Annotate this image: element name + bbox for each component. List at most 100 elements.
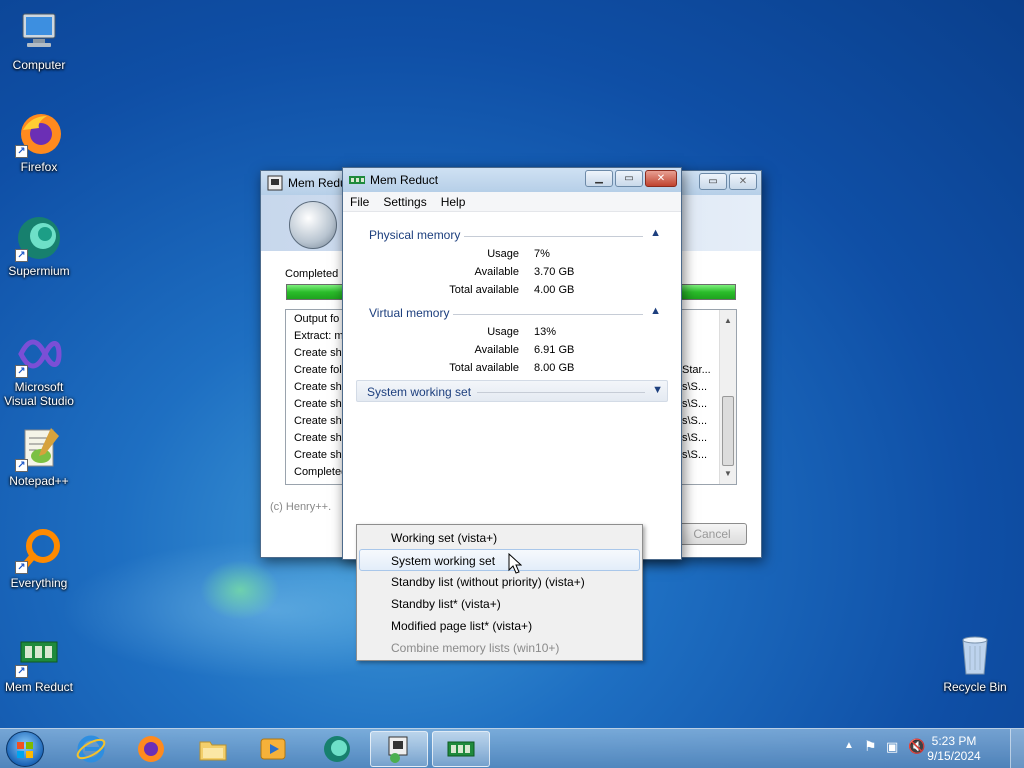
close-button[interactable]: ✕ (645, 170, 677, 187)
installer-log-scrollbar[interactable]: ▲ ▼ (719, 310, 736, 484)
collapse-chevron-icon[interactable]: ▲ (650, 305, 661, 317)
memreduct-title: Mem Reduct (370, 173, 439, 187)
option-standby-list-no-priority[interactable]: Standby list (without priority) (vista+) (357, 571, 642, 593)
row-label: Total available (449, 284, 519, 296)
desktop-icon-label: Microsoft Visual Studio (4, 380, 74, 408)
taskbar-media-player[interactable] (244, 731, 302, 767)
desktop-icon-label: Computer (12, 58, 66, 72)
log-line: Create sh (294, 347, 342, 359)
taskbar-firefox[interactable] (122, 731, 180, 767)
media-player-icon (260, 738, 286, 760)
log-line-tail: s\S... (682, 449, 708, 461)
log-line: Create sh (294, 449, 342, 461)
option-working-set[interactable]: Working set (vista+) (357, 527, 642, 549)
clock-date: 9/15/2024 (927, 749, 981, 763)
installer-restore-button[interactable]: ▭ (699, 173, 727, 190)
system-working-set-header: System working set (367, 385, 472, 399)
row-label: Available (474, 344, 519, 356)
log-line: Create fol (294, 364, 342, 376)
desktop-icon-computer[interactable]: Computer (2, 8, 76, 72)
menu-file[interactable]: File (343, 195, 376, 209)
desktop-icon-label: Notepad++ (9, 474, 69, 488)
virtual-available-row: Available 6.91 GB (359, 342, 649, 360)
start-button[interactable] (6, 731, 44, 767)
desktop-icon-recycle-bin[interactable]: Recycle Bin (938, 630, 1012, 694)
action-center-flag-icon[interactable]: ⚑ (864, 738, 877, 755)
clock[interactable]: 5:23 PM 9/15/2024 (926, 734, 982, 764)
option-combine-memory-lists: Combine memory lists (win10+) (391, 641, 560, 655)
everything-icon: ↗ (15, 526, 63, 574)
scrollbar-thumb[interactable] (722, 396, 734, 466)
log-line: Create sh (294, 415, 342, 427)
desktop-icon-everything[interactable]: ↗ Everything (2, 526, 76, 590)
memreduct-window: Mem Reduct ▁ ▭ ✕ File Settings Help Phys… (342, 167, 682, 560)
memreduct-app-icon (349, 172, 365, 188)
network-icon[interactable]: ▣ (886, 739, 898, 755)
mem-reduct-icon: ↗ (15, 630, 63, 678)
recycle-bin-icon (951, 630, 999, 678)
visual-studio-icon: ↗ (15, 330, 63, 378)
log-line-tail (682, 311, 711, 328)
log-line: Extract: m (294, 330, 344, 342)
installer-cancel-button[interactable]: Cancel (677, 523, 747, 545)
option-modified-page-list[interactable]: Modified page list* (vista+) (357, 615, 642, 637)
volume-muted-icon[interactable]: 🔇 (908, 738, 925, 755)
computer-icon (15, 8, 63, 56)
option-standby-list[interactable]: Standby list* (vista+) (357, 593, 642, 615)
option-system-working-set[interactable]: System working set (359, 549, 640, 571)
shortcut-arrow-icon: ↗ (15, 145, 28, 158)
system-working-set-section[interactable]: System working set ▼ (356, 380, 668, 402)
log-line-tail: s\S... (682, 415, 708, 427)
firefox-icon: ↗ (15, 110, 63, 158)
menu-settings[interactable]: Settings (376, 195, 433, 209)
desktop-icon-firefox[interactable]: ↗ Firefox (2, 110, 76, 174)
taskbar-file-explorer[interactable] (184, 731, 242, 767)
virtual-total-row: Total available 8.00 GB (359, 360, 649, 378)
row-value: 13% (534, 326, 557, 338)
cancel-label: Cancel (693, 527, 731, 541)
log-line-tail: s\S... (682, 432, 708, 444)
shortcut-arrow-icon: ↗ (15, 249, 28, 262)
desktop-icon-mem-reduct[interactable]: ↗ Mem Reduct (2, 630, 76, 694)
taskbar-mem-reduct[interactable] (432, 731, 490, 767)
taskbar-installer[interactable] (370, 731, 428, 767)
row-value: 7% (534, 248, 550, 260)
minimize-button[interactable]: ▁ (585, 170, 613, 187)
desktop-icon-label: Supermium (8, 264, 70, 278)
memreduct-titlebar[interactable]: Mem Reduct ▁ ▭ ✕ (343, 168, 681, 192)
desktop-icon-notepadpp[interactable]: ↗ Notepad++ (2, 424, 76, 488)
virtual-usage-row: Usage 13% (359, 324, 649, 342)
log-line: Create sh (294, 398, 342, 410)
desktop-icon-label: Recycle Bin (943, 680, 1007, 694)
notepadpp-icon: ↗ (15, 424, 63, 472)
virtual-memory-header: Virtual memory (369, 306, 454, 320)
row-value: 3.70 GB (534, 266, 575, 278)
memreduct-menubar: File Settings Help (343, 192, 681, 212)
maximize-button[interactable]: ▭ (615, 170, 643, 187)
windows-logo-icon (17, 742, 33, 758)
menu-help[interactable]: Help (434, 195, 473, 209)
physical-available-row: Available 3.70 GB (359, 264, 649, 282)
expand-chevron-icon[interactable]: ▼ (652, 384, 663, 396)
virtual-memory-section[interactable]: Virtual memory ▲ (359, 303, 665, 323)
show-desktop-button[interactable] (1010, 729, 1024, 768)
mouse-cursor-icon (508, 553, 522, 574)
physical-memory-header: Physical memory (369, 228, 465, 242)
installer-close-button[interactable]: ✕ (729, 173, 757, 190)
physical-memory-section[interactable]: Physical memory ▲ (359, 225, 665, 245)
log-line: Output fo (294, 313, 340, 325)
log-line-tail: s\S... (682, 398, 708, 410)
physical-total-row: Total available 4.00 GB (359, 282, 649, 300)
taskbar-internet-explorer[interactable] (62, 731, 120, 767)
row-label: Usage (487, 326, 519, 338)
row-label: Available (474, 266, 519, 278)
desktop-icon-visual-studio[interactable]: ↗ Microsoft Visual Studio (2, 330, 76, 408)
taskbar-supermium[interactable] (308, 731, 366, 767)
collapse-chevron-icon[interactable]: ▲ (650, 227, 661, 239)
physical-usage-row: Usage 7% (359, 246, 649, 264)
row-label: Usage (487, 248, 519, 260)
desktop-icon-supermium[interactable]: ↗ Supermium (2, 214, 76, 278)
shortcut-arrow-icon: ↗ (15, 365, 28, 378)
show-hidden-icons-chevron-icon[interactable]: ▲ (844, 740, 854, 751)
installer-logo-icon (289, 201, 337, 249)
